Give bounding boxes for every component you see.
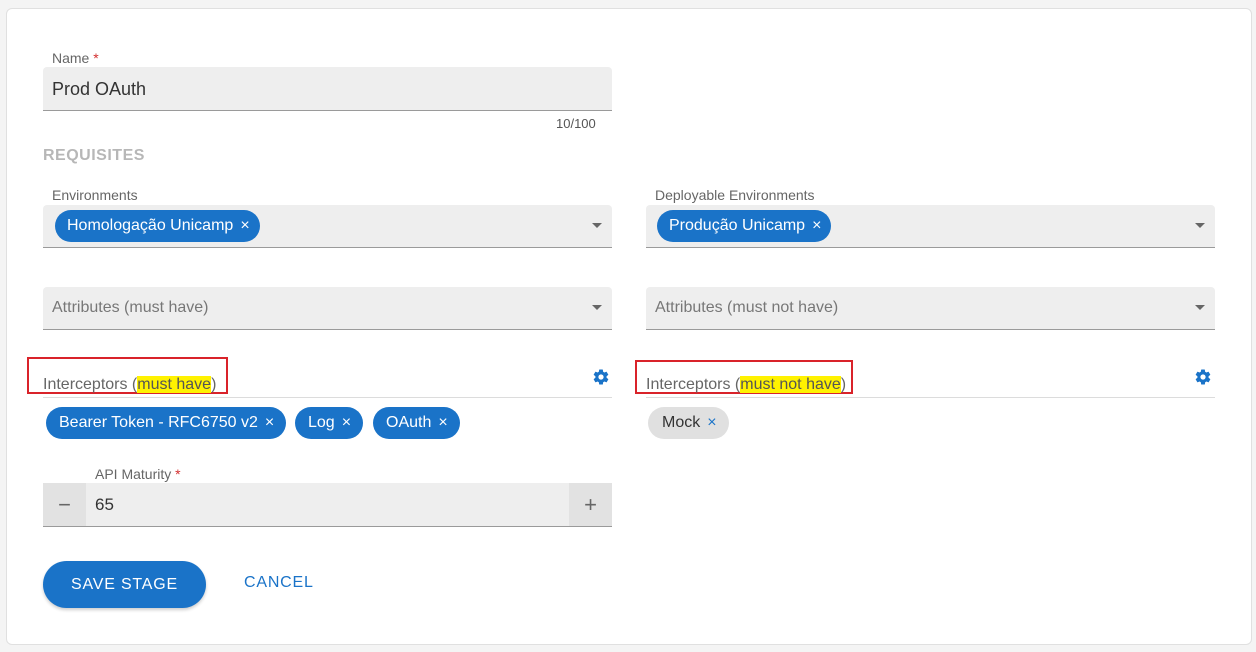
interceptors-must-not-have-label: Interceptors (must not have) [646,376,847,393]
chevron-down-icon[interactable] [1195,223,1205,228]
interceptors-must-have-label: Interceptors (must have) [43,376,217,393]
name-value: Prod OAuth [52,79,147,99]
increment-button[interactable]: + [569,483,612,526]
name-input[interactable]: Prod OAuth [43,67,612,111]
close-icon[interactable]: × [812,218,821,234]
close-icon[interactable]: × [707,415,716,431]
decrement-button[interactable]: − [43,483,86,526]
gear-icon[interactable] [1194,368,1212,386]
chevron-down-icon[interactable] [1195,305,1205,310]
chevron-down-icon[interactable] [592,305,602,310]
api-maturity-value[interactable]: 65 [95,495,114,515]
chevron-down-icon[interactable] [592,223,602,228]
deployable-environments-label: Deployable Environments [655,187,815,203]
interceptor-chip: OAuth × [373,407,460,439]
gear-icon[interactable] [592,368,610,386]
close-icon[interactable]: × [265,415,274,431]
environment-chip: Homologação Unicamp × [55,210,260,242]
section-title-requisites: REQUISITES [43,147,145,164]
name-label: Name * [52,50,99,66]
interceptor-chip: Bearer Token - RFC6750 v2 × [46,407,287,439]
api-maturity-label: API Maturity * [95,466,181,482]
attributes-must-have-select[interactable]: Attributes (must have) [43,287,612,330]
close-icon[interactable]: × [240,218,249,234]
attributes-must-not-have-select[interactable]: Attributes (must not have) [646,287,1215,330]
close-icon[interactable]: × [342,415,351,431]
interceptor-chip: Log × [295,407,364,439]
save-stage-button[interactable]: SAVE STAGE [43,561,206,608]
cancel-button[interactable]: CANCEL [244,574,314,592]
deployable-environment-chip: Produção Unicamp × [657,210,832,242]
deployable-environments-select[interactable]: Produção Unicamp × [646,205,1215,248]
name-char-counter: 10/100 [556,116,596,131]
environments-label: Environments [52,187,138,203]
interceptor-chip-excluded: Mock × [648,407,729,439]
environments-select[interactable]: Homologação Unicamp × [43,205,612,248]
close-icon[interactable]: × [438,415,447,431]
api-maturity-stepper[interactable]: − 65 + [43,483,612,527]
